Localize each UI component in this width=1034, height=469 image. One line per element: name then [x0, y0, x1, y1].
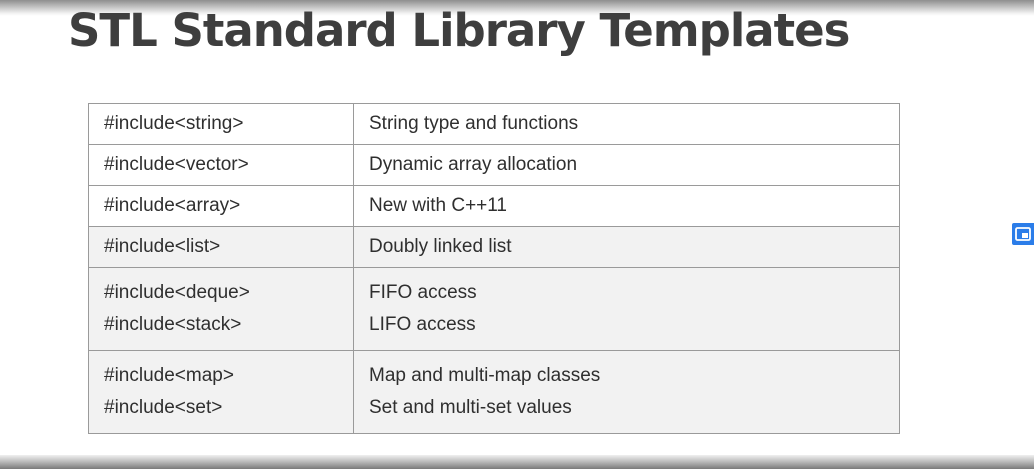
header-line: #include<stack>	[104, 314, 242, 335]
description-cell: String type and functions	[353, 103, 900, 145]
header-line: #include<map>	[104, 365, 234, 386]
table-row: #include<string> String type and functio…	[88, 103, 900, 145]
description-cell: Dynamic array allocation	[353, 144, 900, 186]
header-cell: #include<string>	[88, 103, 354, 145]
header-cell: #include<array>	[88, 185, 354, 227]
description-cell: FIFO access LIFO access	[353, 267, 900, 351]
table-row: #include<map> #include<set> Map and mult…	[88, 350, 900, 434]
stl-headers-table: #include<string> String type and functio…	[88, 103, 900, 434]
table-row: #include<deque> #include<stack> FIFO acc…	[88, 267, 900, 351]
bottom-shadow	[0, 455, 1034, 469]
header-cell: #include<deque> #include<stack>	[88, 267, 354, 351]
header-line: #include<deque>	[104, 282, 250, 303]
table-row: #include<vector> Dynamic array allocatio…	[88, 144, 900, 186]
description-cell: New with C++11	[353, 185, 900, 227]
description-cell: Map and multi-map classes Set and multi-…	[353, 350, 900, 434]
header-line: #include<set>	[104, 397, 223, 418]
table-row: #include<array> New with C++11	[88, 185, 900, 227]
description-line: Map and multi-map classes	[369, 365, 601, 386]
description-line: Set and multi-set values	[369, 397, 572, 418]
header-cell: #include<map> #include<set>	[88, 350, 354, 434]
slide-title: STL Standard Library Templates	[68, 4, 850, 57]
picture-in-picture-icon	[1015, 227, 1031, 241]
picture-in-picture-button[interactable]	[1012, 223, 1034, 245]
header-cell: #include<vector>	[88, 144, 354, 186]
description-cell: Doubly linked list	[353, 226, 900, 268]
header-cell: #include<list>	[88, 226, 354, 268]
description-line: LIFO access	[369, 314, 476, 335]
description-line: FIFO access	[369, 282, 477, 303]
table-row: #include<list> Doubly linked list	[88, 226, 900, 268]
